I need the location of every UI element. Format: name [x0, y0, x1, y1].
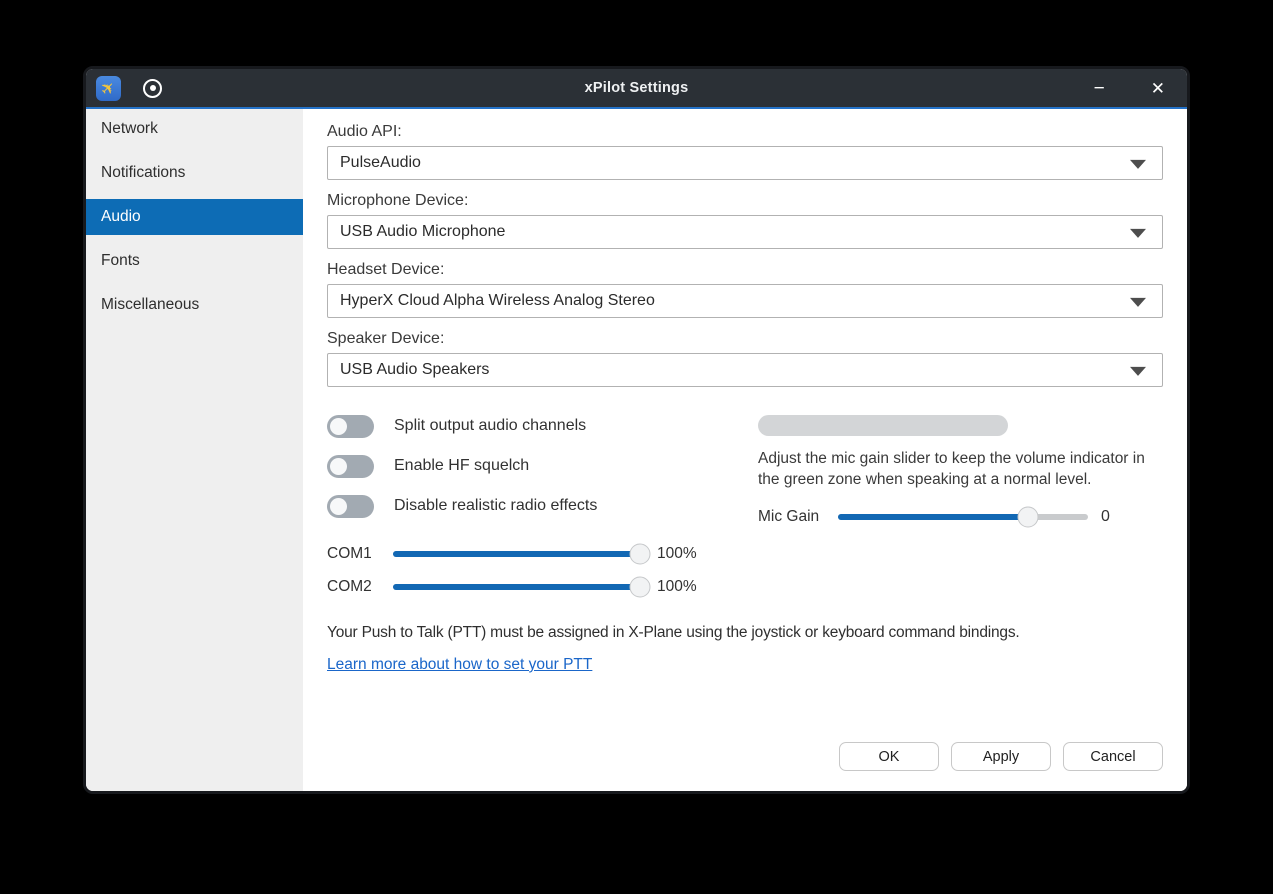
audio-api-value: PulseAudio: [340, 154, 421, 171]
radio-effects-label: Disable realistic radio effects: [394, 497, 598, 514]
ok-button[interactable]: OK: [839, 742, 939, 771]
microphone-device-label: Microphone Device:: [327, 192, 469, 209]
chevron-down-icon: [1130, 366, 1146, 376]
toggle-knob: [330, 497, 347, 515]
toggle-knob: [330, 457, 347, 475]
audio-api-dropdown[interactable]: PulseAudio: [327, 146, 1163, 180]
com1-label: COM1: [327, 545, 372, 562]
mic-gain-label: Mic Gain: [758, 508, 820, 525]
split-audio-label: Split output audio channels: [394, 417, 587, 434]
split-audio-toggle-row: Split output audio channels: [327, 413, 758, 439]
ptt-note: Your Push to Talk (PTT) must be assigned…: [327, 624, 1020, 641]
mic-gain-row: Mic Gain 0: [758, 506, 1163, 528]
apply-button[interactable]: Apply: [951, 742, 1051, 771]
radio-effects-toggle-row: Disable realistic radio effects: [327, 493, 758, 519]
microphone-device-value: USB Audio Microphone: [340, 223, 506, 240]
hf-squelch-label: Enable HF squelch: [394, 457, 530, 474]
window-title: xPilot Settings: [584, 80, 689, 96]
slider-knob[interactable]: [1017, 506, 1039, 528]
headset-device-dropdown[interactable]: HyperX Cloud Alpha Wireless Analog Stere…: [327, 284, 1163, 318]
slider-fill: [393, 551, 640, 557]
com2-volume-value: 100%: [657, 578, 697, 595]
cancel-button[interactable]: Cancel: [1063, 742, 1163, 771]
hf-squelch-toggle-row: Enable HF squelch: [327, 453, 758, 479]
com1-volume-row: COM1 100%: [327, 541, 758, 567]
com2-volume-row: COM2 100%: [327, 574, 758, 600]
sidebar-item-miscellaneous[interactable]: Miscellaneous: [86, 287, 303, 323]
chevron-down-icon: [1130, 297, 1146, 307]
com1-volume-slider[interactable]: [393, 543, 651, 565]
mic-gain-instructions: Adjust the mic gain slider to keep the v…: [758, 450, 1145, 488]
microphone-device-dropdown[interactable]: USB Audio Microphone: [327, 215, 1163, 249]
split-audio-toggle[interactable]: [327, 414, 374, 438]
audio-api-field: Audio API: PulseAudio: [327, 123, 1163, 180]
speaker-device-dropdown[interactable]: USB Audio Speakers: [327, 353, 1163, 387]
settings-window: ✈ xPilot Settings − ✕ Network Notificati…: [83, 66, 1190, 794]
window-controls: − ✕: [1088, 77, 1171, 100]
headset-device-label: Headset Device:: [327, 261, 445, 278]
com2-volume-slider[interactable]: [393, 576, 651, 598]
headset-device-field: Headset Device: HyperX Cloud Alpha Wirel…: [327, 261, 1163, 318]
sidebar: Network Notifications Audio Fonts Miscel…: [86, 109, 303, 791]
sidebar-item-network[interactable]: Network: [86, 111, 303, 147]
dialog-buttons: OK Apply Cancel: [839, 742, 1163, 771]
close-button[interactable]: ✕: [1145, 78, 1171, 99]
slider-knob[interactable]: [629, 543, 651, 565]
microphone-device-field: Microphone Device: USB Audio Microphone: [327, 192, 1163, 249]
sidebar-item-audio[interactable]: Audio: [86, 199, 303, 235]
mic-volume-indicator: [758, 415, 1008, 436]
audio-settings-panel: Audio API: PulseAudio Microphone Device:…: [303, 109, 1187, 791]
audio-api-label: Audio API:: [327, 123, 402, 140]
chevron-down-icon: [1130, 228, 1146, 238]
hf-squelch-toggle[interactable]: [327, 454, 374, 478]
com2-label: COM2: [327, 578, 372, 595]
slider-fill: [838, 514, 1028, 520]
ptt-help-link[interactable]: Learn more about how to set your PTT: [327, 656, 592, 674]
speaker-device-label: Speaker Device:: [327, 330, 445, 347]
slider-knob[interactable]: [629, 576, 651, 598]
speaker-device-value: USB Audio Speakers: [340, 361, 490, 378]
minimize-button[interactable]: −: [1088, 77, 1111, 100]
speaker-device-field: Speaker Device: USB Audio Speakers: [327, 330, 1163, 387]
com1-volume-value: 100%: [657, 545, 697, 562]
headset-device-value: HyperX Cloud Alpha Wireless Analog Stere…: [340, 292, 655, 309]
slider-fill: [393, 584, 640, 590]
titlebar: ✈ xPilot Settings − ✕: [86, 69, 1187, 107]
radio-effects-toggle[interactable]: [327, 494, 374, 518]
mic-gain-value: 0: [1101, 508, 1110, 525]
chevron-down-icon: [1130, 159, 1146, 169]
toggle-knob: [330, 417, 347, 435]
sidebar-item-fonts[interactable]: Fonts: [86, 243, 303, 279]
sidebar-item-notifications[interactable]: Notifications: [86, 155, 303, 191]
mic-gain-slider[interactable]: [838, 506, 1088, 528]
